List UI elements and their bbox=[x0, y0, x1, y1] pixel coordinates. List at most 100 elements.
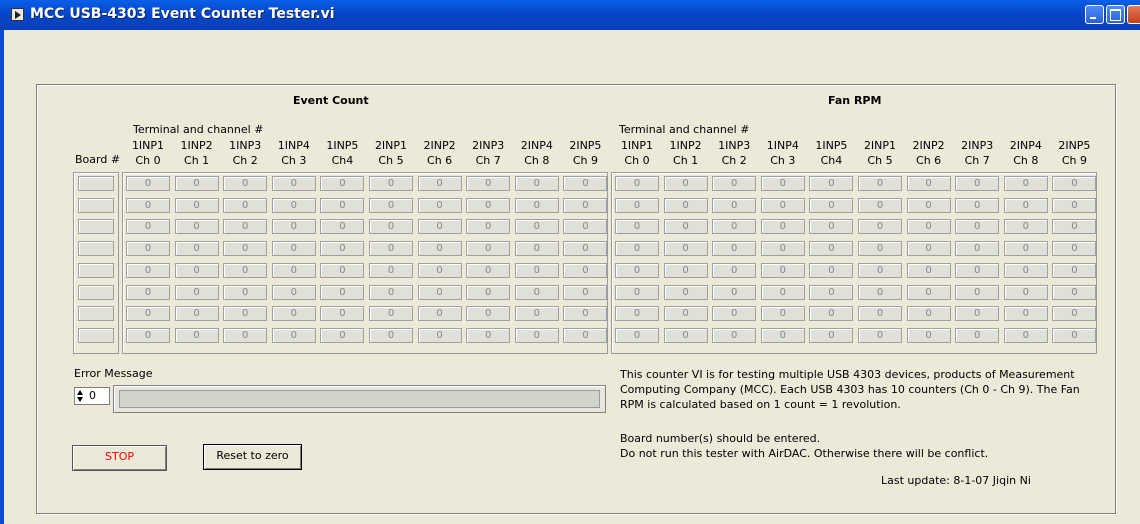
event-count-cell: 0 bbox=[514, 197, 559, 213]
event-count-cell: 0 bbox=[223, 284, 268, 300]
channel-name: Ch 1 bbox=[673, 154, 699, 167]
board-number-input[interactable] bbox=[78, 176, 114, 191]
event-count-cell: 0 bbox=[466, 262, 511, 278]
event-count-cell: 0 bbox=[223, 262, 268, 278]
event-count-cell: 0 bbox=[126, 327, 170, 343]
terminal-label-fan: Terminal and channel # bbox=[619, 123, 750, 136]
event-count-cell: 0 bbox=[126, 284, 170, 300]
event-column-header: 1INP5 Ch4 bbox=[318, 138, 366, 168]
event-count-cell: 0 bbox=[223, 219, 268, 235]
fan-rpm-cell: 0 bbox=[809, 219, 854, 235]
event-count-cell: 0 bbox=[514, 327, 559, 343]
fan-column-header: 2INP1 Ch 5 bbox=[856, 138, 904, 168]
terminal-name: 1INP2 bbox=[669, 139, 702, 152]
fan-rpm-cell: 0 bbox=[615, 197, 659, 213]
event-count-title: Event Count bbox=[293, 94, 369, 107]
board-number-input[interactable] bbox=[78, 284, 114, 300]
maximize-icon[interactable] bbox=[1106, 5, 1125, 24]
note-line-1: Board number(s) should be entered. bbox=[620, 432, 821, 445]
event-count-cell: 0 bbox=[126, 197, 170, 213]
channel-name: Ch 3 bbox=[281, 154, 307, 167]
fan-rpm-cell: 0 bbox=[858, 241, 902, 257]
note-line-2: Do not run this tester with AirDAC. Othe… bbox=[620, 447, 989, 460]
board-number-input[interactable] bbox=[78, 241, 114, 257]
stop-button[interactable]: STOP bbox=[72, 445, 167, 471]
event-count-cell: 0 bbox=[320, 262, 365, 278]
board-number-input[interactable] bbox=[78, 306, 114, 322]
event-count-cell: 0 bbox=[466, 306, 511, 322]
fan-rpm-cell: 0 bbox=[1003, 327, 1048, 343]
board-number-input[interactable] bbox=[78, 327, 114, 343]
fan-rpm-cell: 0 bbox=[906, 176, 951, 191]
fan-rpm-cell: 0 bbox=[1003, 197, 1048, 213]
fan-rpm-cell: 0 bbox=[712, 327, 757, 343]
fan-rpm-cell: 0 bbox=[1052, 327, 1097, 343]
fan-rpm-cell: 0 bbox=[858, 306, 902, 322]
event-count-cell: 0 bbox=[271, 197, 316, 213]
terminal-name: 2INP4 bbox=[1009, 139, 1042, 152]
event-column-header: 1INP3 Ch 2 bbox=[221, 138, 269, 168]
event-count-cell: 0 bbox=[223, 327, 268, 343]
minimize-icon[interactable] bbox=[1085, 5, 1104, 24]
board-number-input[interactable] bbox=[78, 262, 114, 278]
fan-rpm-cell: 0 bbox=[712, 197, 757, 213]
event-column-header: 1INP2 Ch 1 bbox=[173, 138, 221, 168]
event-count-cell: 0 bbox=[514, 306, 559, 322]
error-message-label: Error Message bbox=[74, 367, 153, 380]
event-count-cell: 0 bbox=[369, 306, 413, 322]
error-index-control[interactable]: 0 bbox=[74, 387, 110, 405]
fan-rpm-cell: 0 bbox=[906, 241, 951, 257]
channel-name: Ch 7 bbox=[475, 154, 501, 167]
fan-rpm-cell: 0 bbox=[760, 219, 805, 235]
event-count-cell: 0 bbox=[223, 197, 268, 213]
fan-rpm-cell: 0 bbox=[712, 176, 757, 191]
fan-rpm-cell: 0 bbox=[1052, 197, 1097, 213]
fan-rpm-cell: 0 bbox=[1052, 176, 1097, 191]
fan-rpm-cell: 0 bbox=[809, 284, 854, 300]
board-number-input[interactable] bbox=[78, 197, 114, 213]
terminal-name: 2INP2 bbox=[912, 139, 945, 152]
event-column-header: 1INP1 Ch 0 bbox=[124, 138, 172, 168]
event-count-cell: 0 bbox=[563, 241, 608, 257]
note-text: Board number(s) should be entered. Do no… bbox=[620, 431, 1090, 461]
spinner-arrows-icon[interactable] bbox=[77, 390, 84, 402]
fan-rpm-cell: 0 bbox=[760, 197, 805, 213]
terminal-name: 2INP1 bbox=[863, 139, 897, 152]
fan-rpm-cell: 0 bbox=[712, 241, 757, 257]
fan-column-header: 2INP5 Ch 9 bbox=[1050, 138, 1098, 168]
event-column-header: 2INP2 Ch 6 bbox=[416, 138, 464, 168]
terminal-name: 1INP5 bbox=[815, 139, 848, 152]
fan-rpm-cell: 0 bbox=[1052, 284, 1097, 300]
fan-rpm-cell: 0 bbox=[663, 327, 708, 343]
fan-rpm-cell: 0 bbox=[760, 284, 805, 300]
fan-rpm-cell: 0 bbox=[663, 241, 708, 257]
event-count-cell: 0 bbox=[466, 284, 511, 300]
terminal-label-event: Terminal and channel # bbox=[133, 123, 264, 136]
fan-rpm-cell: 0 bbox=[615, 284, 659, 300]
fan-rpm-cell: 0 bbox=[858, 176, 902, 191]
event-count-cell: 0 bbox=[271, 327, 316, 343]
event-count-cell: 0 bbox=[466, 176, 511, 191]
reset-to-zero-button[interactable]: Reset to zero bbox=[203, 444, 302, 470]
fan-rpm-cell: 0 bbox=[906, 327, 951, 343]
fan-rpm-cell: 0 bbox=[1003, 241, 1048, 257]
close-icon[interactable] bbox=[1127, 5, 1140, 24]
event-count-cell: 0 bbox=[514, 241, 559, 257]
fan-rpm-cell: 0 bbox=[712, 219, 757, 235]
event-column-header: 1INP4 Ch 3 bbox=[270, 138, 318, 168]
fan-rpm-cell: 0 bbox=[663, 176, 708, 191]
fan-rpm-cell: 0 bbox=[906, 262, 951, 278]
event-count-cell: 0 bbox=[223, 241, 268, 257]
fan-rpm-cell: 0 bbox=[809, 262, 854, 278]
fan-rpm-cell: 0 bbox=[1003, 219, 1048, 235]
event-count-cell: 0 bbox=[320, 241, 365, 257]
board-label: Board # bbox=[75, 153, 121, 166]
event-count-cell: 0 bbox=[563, 284, 608, 300]
error-index-value: 0 bbox=[89, 389, 96, 402]
fan-column-header: 1INP3 Ch 2 bbox=[710, 138, 758, 168]
fan-rpm-cell: 0 bbox=[955, 197, 1000, 213]
event-count-cell: 0 bbox=[223, 306, 268, 322]
board-number-input[interactable] bbox=[78, 219, 114, 235]
fan-column-header: 1INP2 Ch 1 bbox=[662, 138, 710, 168]
event-count-cell: 0 bbox=[126, 306, 170, 322]
